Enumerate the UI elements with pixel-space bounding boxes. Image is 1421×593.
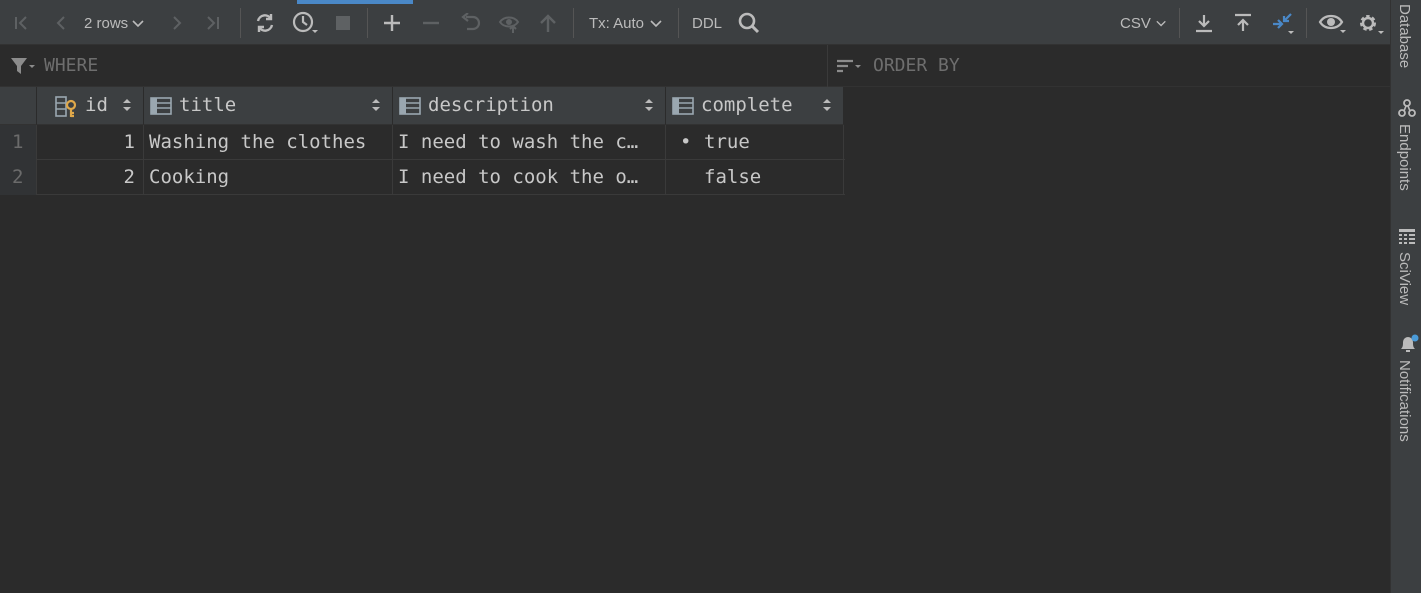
cell-title[interactable]: Washing the clothes [144, 125, 393, 160]
cell-complete-value: true [704, 131, 750, 153]
filter-divider [827, 45, 828, 87]
cell-id[interactable]: 2 [37, 160, 144, 195]
toolbar-separator [1306, 8, 1307, 38]
sort-toggle-icon[interactable] [122, 97, 132, 117]
table-row[interactable]: 1 1 Washing the clothes I need to wash t… [0, 125, 845, 160]
toolbar: 2 rows Tx: Auto DDL CSV [0, 0, 1390, 45]
toolbar-separator [240, 8, 241, 38]
sciview-grid-icon[interactable] [1398, 228, 1416, 248]
row-number-header [0, 87, 37, 125]
rows-count-label: 2 rows [84, 14, 129, 32]
column-icon [672, 97, 694, 119]
column-icon [150, 97, 172, 119]
first-page-icon[interactable] [10, 10, 32, 36]
data-editor: 2 rows Tx: Auto DDL CSV WHERE ORDER BY i… [0, 0, 1390, 593]
sort-toggle-icon[interactable] [822, 97, 832, 117]
ddl-label: DDL [692, 14, 723, 32]
column-header-description[interactable]: description [393, 87, 666, 125]
add-row-icon[interactable] [381, 10, 403, 36]
cell-complete[interactable]: • true [666, 125, 844, 160]
delete-row-icon[interactable] [420, 10, 442, 36]
cell-description[interactable]: I need to cook the o… [393, 160, 666, 195]
column-icon [399, 97, 421, 119]
toolbar-separator [367, 8, 368, 38]
active-tab-indicator [297, 0, 413, 4]
view-eye-icon[interactable] [1318, 10, 1346, 36]
refresh-icon[interactable] [253, 10, 277, 36]
database-tool-tab[interactable]: Database [1396, 4, 1413, 68]
toolbar-separator [573, 8, 574, 38]
column-name-id: id [85, 94, 108, 116]
where-filter-input[interactable]: WHERE [44, 55, 98, 76]
cell-complete[interactable]: false [666, 160, 844, 195]
export-format-label: CSV [1120, 14, 1151, 32]
order-by-input[interactable]: ORDER BY [873, 55, 960, 76]
chevron-down-icon [1156, 20, 1166, 27]
column-header-id[interactable]: id [37, 87, 144, 125]
chevron-down-icon [650, 20, 662, 28]
download-icon[interactable] [1193, 10, 1215, 36]
settings-gear-icon[interactable] [1356, 10, 1384, 36]
column-name-complete: complete [701, 94, 793, 116]
notification-bell-icon[interactable] [1398, 334, 1420, 358]
ddl-button[interactable]: DDL [692, 10, 724, 36]
cell-description[interactable]: I need to wash the c… [393, 125, 666, 160]
export-format-dropdown[interactable]: CSV [1120, 10, 1166, 36]
primary-key-column-icon [55, 96, 81, 122]
upload-icon[interactable] [1232, 10, 1254, 36]
endpoints-icon[interactable] [1398, 98, 1416, 122]
modified-marker: • [680, 131, 692, 153]
notifications-tool-tab[interactable]: Notifications [1396, 360, 1413, 442]
row-number: 2 [0, 160, 37, 195]
chevron-down-icon [132, 20, 144, 28]
revert-icon[interactable] [459, 10, 483, 36]
preview-changes-icon[interactable] [497, 10, 523, 36]
endpoints-tool-tab[interactable]: Endpoints [1396, 124, 1413, 191]
transaction-mode-dropdown[interactable]: Tx: Auto [589, 10, 665, 36]
toolbar-separator [678, 8, 679, 38]
toolbar-separator [1179, 8, 1180, 38]
column-header-complete[interactable]: complete [666, 87, 844, 125]
compare-arrows-icon[interactable] [1270, 10, 1296, 36]
rows-count-dropdown[interactable]: 2 rows [84, 10, 156, 36]
sort-lines-icon[interactable] [836, 54, 862, 80]
next-page-icon[interactable] [166, 10, 188, 36]
filter-funnel-icon[interactable] [10, 54, 36, 80]
column-header-title[interactable]: title [144, 87, 393, 125]
cell-title[interactable]: Cooking [144, 160, 393, 195]
history-clock-icon[interactable] [291, 10, 319, 36]
tool-window-strip: Database Endpoints SciView Notifications [1390, 0, 1421, 593]
sciview-tool-tab[interactable]: SciView [1396, 252, 1413, 305]
sort-toggle-icon[interactable] [644, 97, 654, 117]
filter-bar: WHERE ORDER BY [0, 45, 1390, 87]
column-name-title: title [179, 94, 237, 116]
submit-arrow-up-icon[interactable] [537, 10, 559, 36]
transaction-mode-label: Tx: Auto [589, 14, 645, 32]
table-row[interactable]: 2 2 Cooking I need to cook the o… false [0, 160, 845, 195]
last-page-icon[interactable] [202, 10, 224, 36]
row-number: 1 [0, 125, 37, 160]
cell-complete-value: false [704, 166, 762, 188]
stop-icon[interactable] [333, 10, 353, 36]
column-name-description: description [428, 94, 554, 116]
sort-toggle-icon[interactable] [371, 97, 381, 117]
cell-id[interactable]: 1 [37, 125, 144, 160]
previous-page-icon[interactable] [50, 10, 72, 36]
search-icon[interactable] [737, 10, 761, 36]
